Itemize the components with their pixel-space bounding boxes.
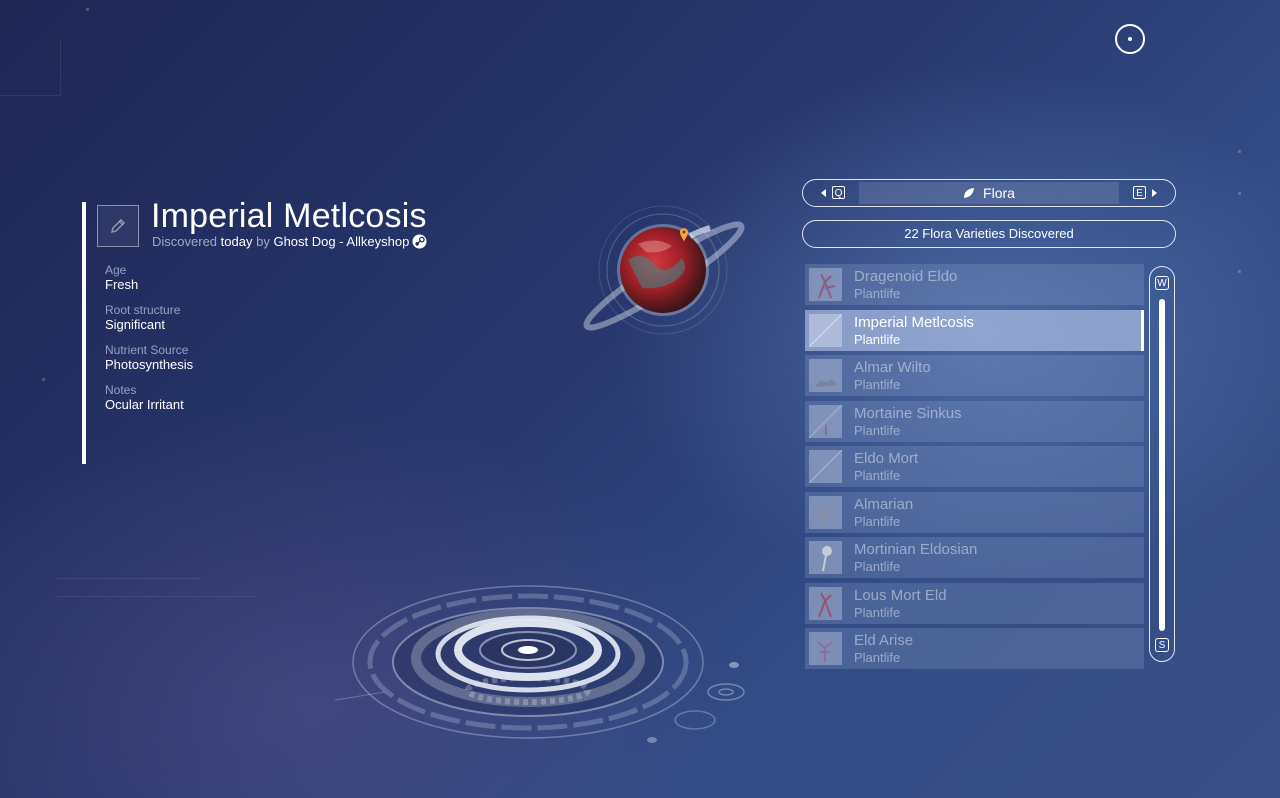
list-item[interactable]: Eld Arise Plantlife — [805, 628, 1144, 669]
crosshair-icon — [1115, 24, 1145, 54]
list-item[interactable]: Dragenoid Eldo Plantlife — [805, 264, 1144, 305]
scanner-graphic — [330, 570, 750, 775]
scroll-up-key-hint[interactable]: W — [1155, 276, 1169, 290]
deco-dot — [42, 378, 45, 381]
attribute-value: Significant — [105, 317, 165, 332]
list-item-type: Plantlife — [854, 468, 901, 483]
list-item-name: Almarian — [854, 495, 914, 513]
page-title: Imperial Metlcosis — [151, 197, 427, 235]
discovery-info: Discovered today by Ghost Dog - Allkeysh… — [152, 234, 427, 249]
rename-button[interactable] — [97, 205, 139, 247]
discovered-when: today — [220, 234, 253, 249]
deco-dot — [86, 8, 89, 11]
deco-line — [56, 578, 201, 579]
list-item[interactable]: Eldo Mort Plantlife — [805, 446, 1144, 487]
attribute-notes: Notes Ocular Irritant — [105, 383, 184, 413]
attribute-label: Nutrient Source — [105, 343, 189, 357]
attribute-label: Root structure — [105, 303, 181, 317]
list-item-name: Mortinian Eldosian — [854, 541, 978, 558]
list-scrollbar[interactable]: W S — [1149, 266, 1175, 662]
list-item[interactable]: Lous Mort Eld Plantlife — [805, 582, 1144, 624]
list-item-name: Mortaine Sinkus — [854, 404, 962, 422]
list-item-type: Plantlife — [854, 513, 901, 529]
flora-thumbnail — [809, 359, 842, 392]
deco-dot — [1238, 192, 1241, 195]
steam-icon — [412, 234, 427, 249]
category-label: Flora — [803, 185, 1175, 201]
category-name: Flora — [983, 185, 1015, 201]
list-item-type: Plantlife — [854, 604, 901, 620]
flora-thumbnail — [809, 495, 842, 529]
list-item[interactable]: Mortinian Eldosian Plantlife — [805, 537, 1144, 578]
detail-accent-bar — [82, 202, 86, 464]
list-item-name: Almar Wilto — [854, 359, 931, 376]
list-item-name: Eld Arise — [854, 632, 914, 649]
deco-line — [60, 40, 61, 95]
species-list: Dragenoid Eldo Plantlife Imperial Metlco… — [805, 264, 1144, 674]
flora-thumbnail — [809, 450, 842, 483]
flora-thumbnail — [809, 268, 842, 301]
discovered-by-word: by — [256, 234, 270, 249]
category-nav[interactable]: Q Flora E — [802, 179, 1176, 207]
deco-line — [0, 95, 60, 96]
list-item-type: Plantlife — [854, 377, 901, 392]
flora-thumbnail — [809, 586, 842, 620]
flora-thumbnail — [809, 632, 842, 665]
next-key-hint[interactable]: E — [1133, 186, 1146, 199]
arrow-right-icon[interactable] — [1152, 189, 1157, 197]
discovered-prefix: Discovered — [152, 234, 218, 249]
scrollbar-thumb[interactable] — [1159, 299, 1165, 631]
list-item-type: Plantlife — [854, 286, 901, 301]
attribute-value: Fresh — [105, 277, 139, 292]
list-item-type: Plantlife — [854, 650, 901, 665]
attribute-root-structure: Root structure Significant — [105, 303, 180, 333]
list-item-type: Plantlife — [854, 331, 901, 347]
deco-dot — [1238, 270, 1241, 273]
flora-thumbnail — [809, 313, 842, 347]
deco-line — [56, 596, 256, 597]
list-item[interactable]: Almarian Plantlife — [805, 491, 1144, 533]
list-item-name: Lous Mort Eld — [854, 586, 947, 604]
discovered-count: 22 Flora Varieties Discovered — [802, 220, 1176, 248]
list-item-type: Plantlife — [854, 422, 901, 438]
discoverer-name: Ghost Dog - Allkeyshop — [273, 234, 410, 249]
list-item-name: Dragenoid Eldo — [854, 268, 958, 285]
attribute-value: Ocular Irritant — [105, 397, 184, 412]
list-item-selected[interactable]: Imperial Metlcosis Plantlife — [805, 309, 1144, 351]
attribute-label: Age — [105, 263, 127, 277]
list-item[interactable]: Mortaine Sinkus Plantlife — [805, 400, 1144, 442]
list-item-name: Eldo Mort — [854, 450, 919, 467]
attribute-label: Notes — [105, 383, 137, 397]
deco-dot — [1238, 150, 1241, 153]
scroll-down-key-hint[interactable]: S — [1155, 638, 1169, 652]
flora-thumbnail — [809, 404, 842, 438]
list-item[interactable]: Almar Wilto Plantlife — [805, 355, 1144, 396]
list-item-name: Imperial Metlcosis — [854, 313, 975, 331]
planet-icon — [580, 200, 750, 340]
pencil-icon — [111, 219, 125, 233]
attribute-age: Age Fresh — [105, 263, 138, 293]
attribute-nutrient-source: Nutrient Source Photosynthesis — [105, 343, 193, 373]
attribute-value: Photosynthesis — [105, 357, 194, 372]
leaf-icon — [964, 188, 975, 198]
list-item-type: Plantlife — [854, 559, 901, 574]
flora-thumbnail — [809, 541, 842, 574]
